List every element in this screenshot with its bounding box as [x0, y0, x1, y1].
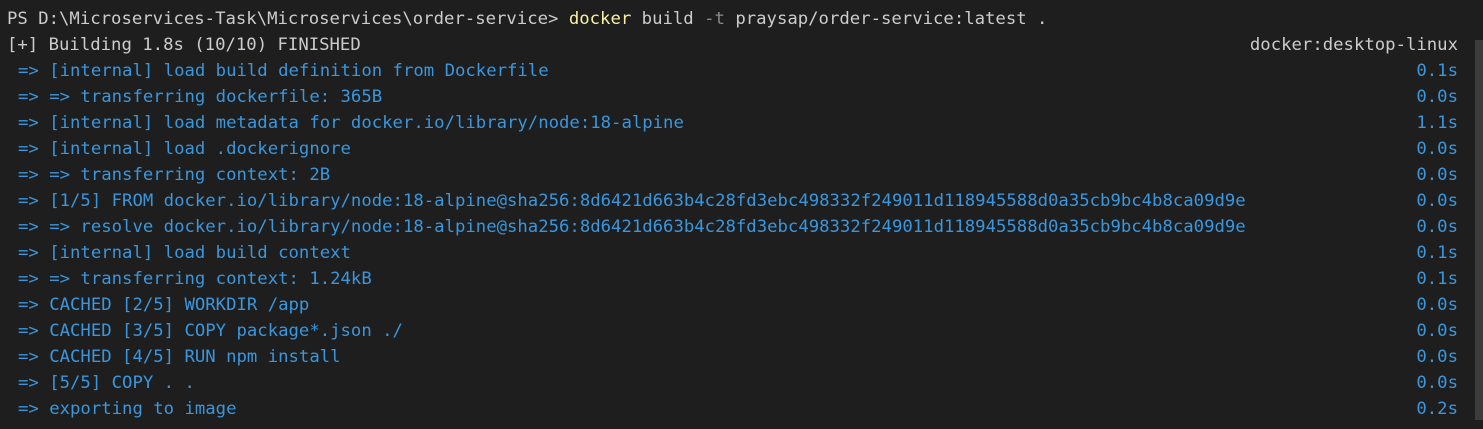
step-time: 0.0s [1416, 191, 1458, 211]
step-time: 0.1s [1416, 243, 1458, 263]
step-time: 0.0s [1416, 87, 1458, 107]
step-text: => => transferring context: 1.24kB [18, 269, 372, 289]
build-context: docker:desktop-linux [1249, 35, 1458, 55]
step-text: => => transferring dockerfile: 365B [18, 87, 383, 107]
build-step: => [internal] load build context 0.1s [0, 240, 1483, 266]
vertical-scrollbar[interactable] [1473, 0, 1483, 429]
step-time: 0.0s [1416, 347, 1458, 367]
build-step: => => transferring dockerfile: 365B 0.0s [0, 84, 1483, 110]
build-step: => [5/5] COPY . . 0.0s [0, 370, 1483, 396]
prompt-path: PS D:\Microservices-Task\Microservices\o… [7, 9, 569, 29]
step-text: => [internal] load build definition from… [18, 61, 549, 81]
build-step: => exporting to image 0.2s [0, 396, 1483, 422]
build-step: => CACHED [2/5] WORKDIR /app 0.0s [0, 292, 1483, 318]
command-flag: -t [704, 9, 725, 29]
step-text: => => resolve docker.io/library/node:18-… [18, 217, 1246, 237]
step-text: => [internal] load build context [18, 243, 351, 263]
build-step: => => transferring context: 1.24kB 0.1s [0, 266, 1483, 292]
step-time: 0.1s [1416, 61, 1458, 81]
step-time: 0.0s [1416, 295, 1458, 315]
step-text: => => transferring context: 2B [18, 165, 331, 185]
build-step: => => resolve docker.io/library/node:18-… [0, 214, 1483, 240]
build-status-line: [+] Building 1.8s (10/10) FINISHED docke… [0, 32, 1483, 58]
step-text: => [internal] load .dockerignore [18, 139, 351, 159]
step-text: => [internal] load metadata for docker.i… [18, 113, 684, 133]
step-time: 0.0s [1416, 321, 1458, 341]
step-time: 0.1s [1416, 269, 1458, 289]
command-tag: praysap/order-service:latest . [724, 9, 1048, 29]
step-text: => CACHED [3/5] COPY package*.json ./ [18, 321, 403, 341]
command-arg: build [631, 9, 705, 29]
command-line: PS D:\Microservices-Task\Microservices\o… [7, 6, 1047, 32]
step-text: => CACHED [2/5] WORKDIR /app [18, 295, 310, 315]
build-step: => [1/5] FROM docker.io/library/node:18-… [0, 188, 1483, 214]
step-time: 1.1s [1416, 113, 1458, 133]
step-time: 0.2s [1416, 399, 1458, 419]
build-step: => [internal] load .dockerignore 0.0s [0, 136, 1483, 162]
command-name: docker [568, 9, 632, 29]
step-time: 0.0s [1416, 165, 1458, 185]
prompt-line: PS D:\Microservices-Task\Microservices\o… [0, 6, 1483, 32]
terminal-window[interactable]: PS D:\Microservices-Task\Microservices\o… [0, 0, 1483, 429]
build-status: [+] Building 1.8s (10/10) FINISHED [7, 35, 361, 55]
step-text: => CACHED [4/5] RUN npm install [18, 347, 341, 367]
step-time: 0.0s [1416, 217, 1458, 237]
scrollbar-thumb[interactable] [1475, 40, 1483, 420]
build-step: => CACHED [3/5] COPY package*.json ./ 0.… [0, 318, 1483, 344]
build-step: => CACHED [4/5] RUN npm install 0.0s [0, 344, 1483, 370]
step-time: 0.0s [1416, 373, 1458, 393]
step-text: => exporting to image [18, 399, 237, 419]
build-step: => [internal] load metadata for docker.i… [0, 110, 1483, 136]
build-step: => => transferring context: 2B 0.0s [0, 162, 1483, 188]
step-text: => [5/5] COPY . . [18, 373, 195, 393]
step-time: 0.0s [1416, 139, 1458, 159]
build-step: => [internal] load build definition from… [0, 58, 1483, 84]
step-text: => [1/5] FROM docker.io/library/node:18-… [18, 191, 1246, 211]
